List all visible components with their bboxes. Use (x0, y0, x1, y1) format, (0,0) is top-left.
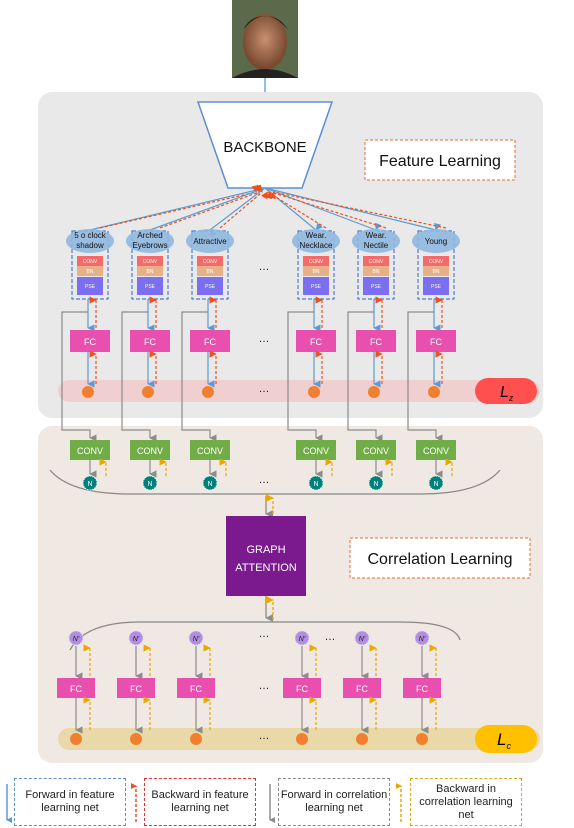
attribute-label: Attractive (193, 237, 227, 246)
ellipsis: … (259, 383, 270, 395)
correlation-output-dot (416, 733, 428, 745)
bn-layer-label: BN (207, 269, 214, 275)
correlation-output-dot (296, 733, 308, 745)
conv-block-label: CONV (423, 446, 449, 456)
attribute-label: Necklace (300, 241, 333, 250)
node-n-prime-label: N' (419, 636, 426, 643)
legend-forward-correlation-label: Forward in correlation learning net (280, 789, 388, 814)
fc-label: FC (310, 337, 322, 347)
feature-output-dot (82, 386, 94, 398)
pse-layer-label: PSE (85, 284, 96, 290)
legend-backward-feature: Backward in feature learning net (144, 778, 256, 826)
attribute-label: Wear. (306, 231, 327, 240)
node-n-label: N (147, 481, 152, 488)
attribute-label: shadow (76, 241, 104, 250)
feature-output-dot (308, 386, 320, 398)
ellipsis: … (259, 730, 270, 742)
feature-loss-band (58, 380, 540, 402)
fc-label: FC (130, 684, 142, 694)
fc-label: FC (296, 684, 308, 694)
node-n-prime-label: N' (73, 636, 80, 643)
fc-label: FC (190, 684, 202, 694)
legend-backward-correlation-label: Backward in correlation learning net (419, 782, 513, 821)
attribute-label: Nectile (364, 241, 389, 250)
legend-backward-feature-icon (131, 782, 137, 822)
feature-output-dot (428, 386, 440, 398)
conv-layer-label: CONV (429, 259, 444, 265)
pse-layer-label: PSE (145, 284, 156, 290)
legend-forward-feature-label: Forward in feature learning net (25, 789, 115, 814)
legend-backward-feature-label: Backward in feature learning net (151, 789, 249, 814)
bn-layer-label: BN (87, 269, 94, 275)
fc-label: FC (144, 337, 156, 347)
conv-block-label: CONV (77, 446, 103, 456)
ellipsis: … (259, 628, 270, 640)
feature-output-dot (202, 386, 214, 398)
conv-layer-label: CONV (309, 259, 324, 265)
fc-label: FC (430, 337, 442, 347)
attribute-label: Wear. (366, 231, 387, 240)
pse-layer-label: PSE (205, 284, 216, 290)
conv-layer-label: CONV (143, 259, 158, 265)
node-n-label: N (373, 481, 378, 488)
graph-attention-label-1: GRAPH (246, 544, 285, 556)
attribute-label: Eyebrows (132, 241, 167, 250)
legend-backward-correlation: Backward in correlation learning net (410, 778, 522, 826)
feature-learning-label: Feature Learning (379, 153, 501, 170)
attribute-label: Young (425, 237, 447, 246)
legend-forward-feature-icon (6, 784, 12, 824)
legend-forward-correlation-icon (269, 784, 275, 824)
fc-label: FC (84, 337, 96, 347)
ellipsis: … (259, 333, 270, 345)
conv-layer-label: CONV (83, 259, 98, 265)
bn-layer-label: BN (373, 269, 380, 275)
fc-label: FC (356, 684, 368, 694)
correlation-output-dot (70, 733, 82, 745)
fc-label: FC (370, 337, 382, 347)
fc-label: FC (416, 684, 428, 694)
conv-block-label: CONV (303, 446, 329, 456)
fc-label: FC (204, 337, 216, 347)
node-n-prime-label: N' (359, 636, 366, 643)
conv-block-label: CONV (137, 446, 163, 456)
pse-layer-label: PSE (431, 284, 442, 290)
node-n-prime-label: N' (133, 636, 140, 643)
correlation-output-dot (130, 733, 142, 745)
correlation-output-dot (190, 733, 202, 745)
conv-block-label: CONV (363, 446, 389, 456)
legend-backward-correlation-icon (396, 782, 402, 822)
graph-attention-label-2: ATTENTION (235, 562, 297, 574)
ellipsis: … (325, 631, 336, 643)
conv-layer-label: CONV (369, 259, 384, 265)
legend-forward-correlation: Forward in correlation learning net (278, 778, 390, 826)
bn-layer-label: BN (313, 269, 320, 275)
bn-layer-label: BN (433, 269, 440, 275)
correlation-output-dot (356, 733, 368, 745)
pse-layer-label: PSE (311, 284, 322, 290)
node-n-prime-label: N' (299, 636, 306, 643)
ellipsis: … (259, 261, 270, 273)
backbone-label: BACKBONE (223, 139, 306, 156)
graph-attention-block (226, 516, 306, 596)
node-n-label: N (313, 481, 318, 488)
architecture-diagram: BACKBONE Feature Learning Lz Lc GRAPH AT… (38, 0, 543, 763)
ellipsis: … (259, 680, 270, 692)
fc-label: FC (70, 684, 82, 694)
feature-output-dot (142, 386, 154, 398)
conv-block-label: CONV (197, 446, 223, 456)
ellipsis: … (259, 474, 270, 486)
node-n-prime-label: N' (193, 636, 200, 643)
node-n-label: N (433, 481, 438, 488)
correlation-learning-label: Correlation Learning (368, 551, 513, 568)
bn-layer-label: BN (147, 269, 154, 275)
feature-output-dot (368, 386, 380, 398)
attribute-label: Arched (137, 231, 162, 240)
node-n-label: N (207, 481, 212, 488)
pse-layer-label: PSE (371, 284, 382, 290)
conv-layer-label: CONV (203, 259, 218, 265)
legend-forward-feature: Forward in feature learning net (14, 778, 126, 826)
node-n-label: N (87, 481, 92, 488)
attribute-label: 5 o clock (74, 231, 107, 240)
input-face-photo (232, 0, 298, 78)
